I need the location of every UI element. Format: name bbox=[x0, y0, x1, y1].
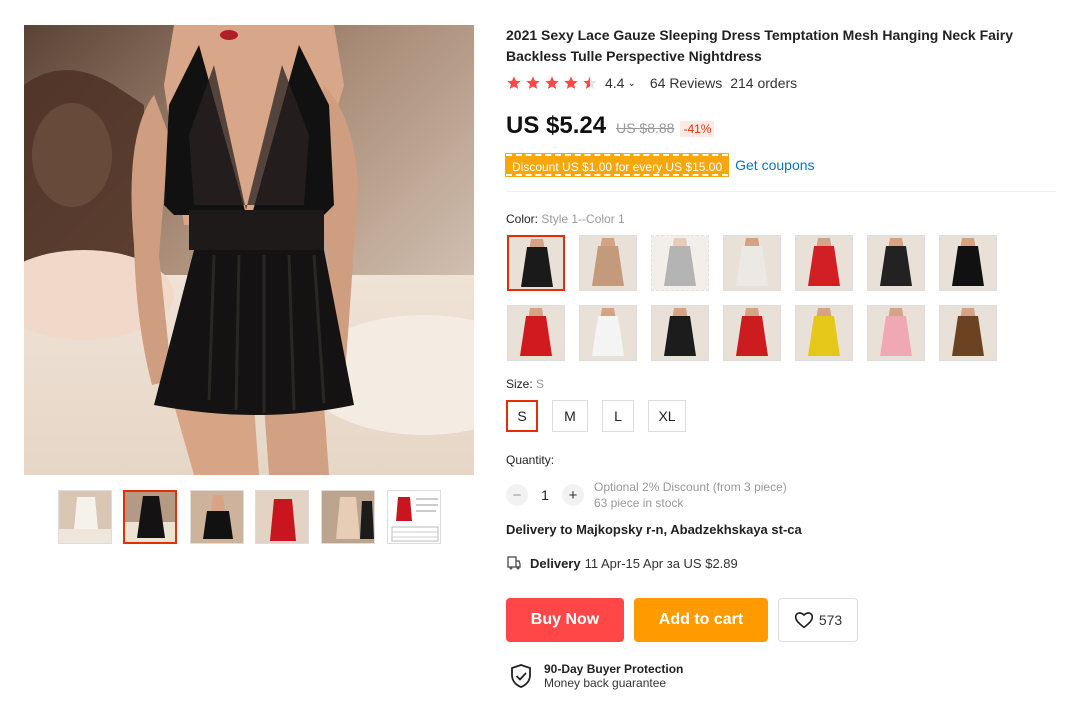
product-title: 2021 Sexy Lace Gauze Sleeping Dress Temp… bbox=[506, 27, 1014, 64]
color-label-text: Color: bbox=[506, 212, 539, 226]
rating-value[interactable]: 4.4 bbox=[605, 75, 624, 91]
wishlist-count: 573 bbox=[818, 612, 843, 628]
size-option-m[interactable]: M bbox=[552, 400, 588, 432]
thumbnail-strip bbox=[58, 490, 448, 544]
color-swatch-11[interactable] bbox=[723, 305, 781, 361]
swatch-red-2-icon bbox=[508, 306, 564, 360]
main-product-image[interactable] bbox=[24, 25, 474, 475]
star-icon bbox=[507, 76, 521, 89]
discount-badge: -41% bbox=[680, 121, 715, 137]
current-price: US $5.24 bbox=[506, 112, 607, 139]
size-label-text: Size: bbox=[506, 377, 533, 391]
swatch-white-icon bbox=[724, 236, 780, 290]
divider bbox=[506, 191, 1056, 192]
quantity-stepper: − 1 + Optional 2% Discount (from 3 piece… bbox=[506, 479, 787, 511]
thumbnail-3[interactable] bbox=[190, 490, 244, 544]
thumb-size-chart-icon bbox=[388, 491, 440, 543]
protection-text: 90-Day Buyer Protection Money back guara… bbox=[544, 662, 683, 690]
swatch-nude-icon bbox=[580, 236, 636, 290]
size-option-s[interactable]: S bbox=[506, 400, 538, 432]
thumb-white-dress-icon bbox=[59, 491, 111, 543]
color-swatch-5[interactable] bbox=[795, 235, 853, 291]
thumbnail-5[interactable] bbox=[321, 490, 375, 544]
delivery-row: Delivery 11 Apr-15 Apr за US $2.89 bbox=[506, 555, 738, 571]
delivery-dates: 11 Apr-15 Apr за US $2.89 bbox=[584, 555, 738, 571]
size-label: Size: S bbox=[506, 377, 544, 391]
wishlist-button[interactable]: 573 bbox=[778, 598, 858, 642]
truck-icon bbox=[507, 556, 521, 570]
rating-stars bbox=[506, 75, 598, 91]
swatch-black-3-icon bbox=[940, 236, 996, 290]
price-row: US $5.24 US $8.88 -41% bbox=[506, 112, 715, 140]
color-swatch-4[interactable] bbox=[723, 235, 781, 291]
thumb-black-back-icon bbox=[191, 491, 243, 543]
star-icon bbox=[545, 76, 559, 89]
size-option-xl[interactable]: XL bbox=[648, 400, 686, 432]
quantity-increase-button[interactable]: + bbox=[562, 484, 584, 506]
original-price: US $8.88 bbox=[616, 120, 675, 136]
color-swatch-8[interactable] bbox=[507, 305, 565, 361]
swatch-black-2-icon bbox=[868, 236, 924, 290]
thumb-beige-dress-icon bbox=[322, 491, 374, 543]
color-label: Color: Style 1--Color 1 bbox=[506, 212, 625, 226]
size-selected-value: S bbox=[536, 377, 545, 391]
size-option-l[interactable]: L bbox=[602, 400, 634, 432]
color-swatch-9[interactable] bbox=[579, 305, 637, 361]
color-swatch-2[interactable] bbox=[579, 235, 637, 291]
add-to-cart-button[interactable]: Add to cart bbox=[634, 598, 768, 642]
thumbnail-1[interactable] bbox=[58, 490, 112, 544]
thumbnail-6[interactable] bbox=[387, 490, 441, 544]
half-star-icon bbox=[583, 76, 597, 89]
optional-discount-text: Optional 2% Discount (from 3 piece) bbox=[594, 480, 787, 494]
quantity-value[interactable]: 1 bbox=[528, 487, 562, 503]
delivery-label: Delivery bbox=[530, 555, 581, 571]
color-swatch-14[interactable] bbox=[939, 305, 997, 361]
get-coupons-link[interactable]: Get coupons bbox=[735, 157, 814, 173]
protection-subtitle: Money back guarantee bbox=[544, 676, 667, 690]
coupon-tag[interactable]: Discount US $1.00 for every US $15.00 bbox=[504, 153, 730, 177]
thumbnail-4[interactable] bbox=[255, 490, 309, 544]
thumb-red-dress-icon bbox=[256, 491, 308, 543]
color-selected-value: Style 1--Color 1 bbox=[541, 212, 625, 226]
star-icon bbox=[564, 76, 578, 89]
color-swatch-13[interactable] bbox=[867, 305, 925, 361]
heart-icon bbox=[794, 612, 813, 629]
swatch-black-4-icon bbox=[652, 306, 708, 360]
coupon-row: Discount US $1.00 for every US $15.00 Ge… bbox=[504, 153, 815, 177]
buyer-protection: 90-Day Buyer Protection Money back guara… bbox=[510, 662, 683, 690]
delivery-location[interactable]: Delivery to Majkopsky r-n, Abadzekhskaya… bbox=[506, 522, 802, 537]
swatch-red-icon bbox=[796, 236, 852, 290]
thumb-black-dress-icon bbox=[125, 492, 175, 542]
orders-count: 214 orders bbox=[730, 75, 798, 91]
color-swatch-12[interactable] bbox=[795, 305, 853, 361]
color-swatch-7[interactable] bbox=[939, 235, 997, 291]
reviews-link[interactable]: 64 Reviews bbox=[650, 75, 722, 91]
protection-title: 90-Day Buyer Protection bbox=[544, 662, 684, 676]
swatch-white-2-icon bbox=[580, 306, 636, 360]
buy-now-button[interactable]: Buy Now bbox=[506, 598, 624, 642]
swatch-pink-icon bbox=[868, 306, 924, 360]
quantity-decrease-button[interactable]: − bbox=[506, 484, 528, 506]
quantity-label: Quantity: bbox=[506, 453, 555, 467]
swatch-black-icon bbox=[509, 237, 563, 289]
thumbnail-2[interactable] bbox=[123, 490, 177, 544]
product-photo-icon bbox=[24, 25, 474, 475]
rating-row: 4.4 ⌄ 64 Reviews 214 orders bbox=[506, 73, 797, 93]
quantity-info: Optional 2% Discount (from 3 piece) 63 p… bbox=[594, 479, 787, 511]
color-swatch-3 bbox=[651, 235, 709, 291]
chevron-down-icon[interactable]: ⌄ bbox=[627, 78, 635, 89]
star-icon bbox=[526, 76, 540, 89]
shield-check-icon bbox=[511, 664, 531, 688]
swatch-grey-icon bbox=[652, 236, 708, 290]
color-swatch-1[interactable] bbox=[507, 235, 565, 291]
swatch-yellow-icon bbox=[796, 306, 852, 360]
color-swatch-10[interactable] bbox=[651, 305, 709, 361]
swatch-leopard-icon bbox=[940, 306, 996, 360]
stock-text: 63 piece in stock bbox=[594, 496, 684, 510]
swatch-red-3-icon bbox=[724, 306, 780, 360]
color-swatch-6[interactable] bbox=[867, 235, 925, 291]
